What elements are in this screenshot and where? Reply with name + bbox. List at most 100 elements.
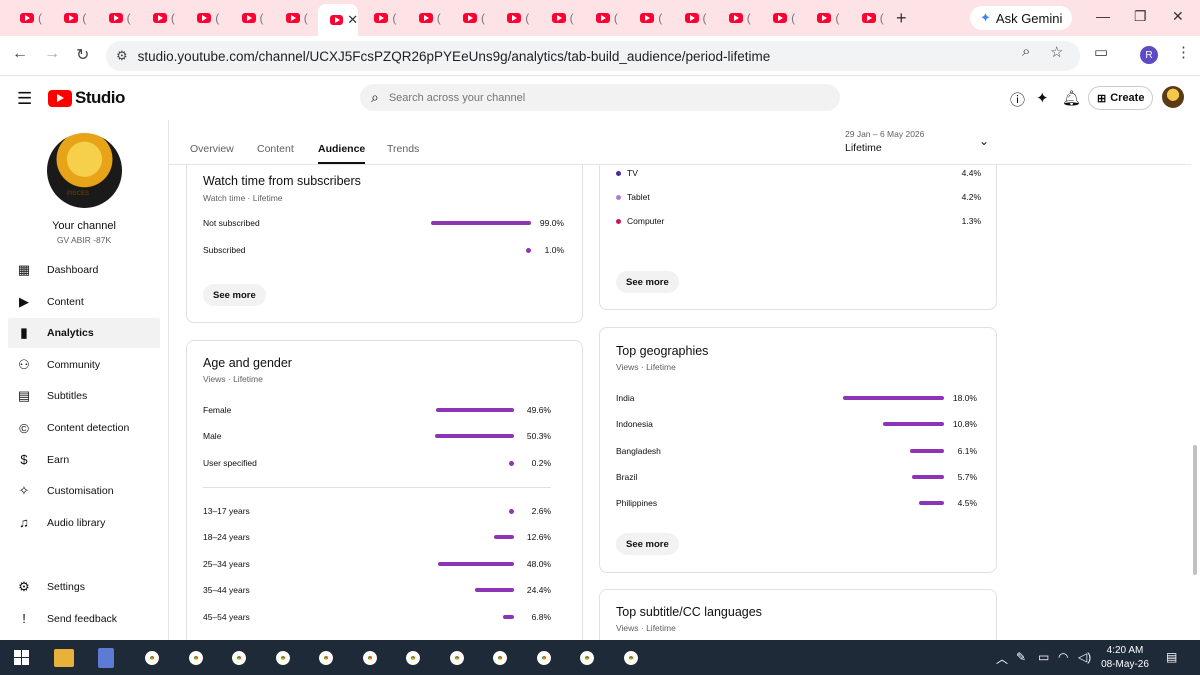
youtube-tab-icon — [197, 13, 212, 23]
sidebar-item-content[interactable]: ▶ Content — [8, 287, 160, 317]
sidebar-item-analytics[interactable]: ▮ Analytics — [8, 318, 160, 349]
url-text[interactable]: studio.youtube.com/channel/UCXJ5FcsPZQR2… — [138, 49, 771, 64]
zoom-icon[interactable]: ⌕ — [1022, 43, 1030, 60]
browser-tab[interactable]: ( — [628, 7, 668, 29]
browser-tab[interactable]: ( — [274, 7, 314, 29]
browser-tab[interactable]: ( — [141, 7, 181, 29]
sidebar-item-customisation[interactable]: ✧ Customisation — [8, 476, 160, 506]
browser-tab[interactable]: ( — [97, 7, 137, 29]
date-range[interactable]: 29 Jan – 6 May 2026 — [845, 129, 924, 139]
bookmark-star-icon[interactable]: ☆ — [1050, 43, 1063, 61]
browser-tab[interactable]: ( — [540, 7, 580, 29]
notification-center-icon[interactable]: ▤ — [1166, 650, 1177, 664]
search-input[interactable] — [388, 91, 809, 104]
see-more-button[interactable]: See more — [616, 533, 679, 555]
browser-tab[interactable]: ( — [230, 7, 270, 29]
browser-tab[interactable]: ( — [850, 7, 890, 29]
ask-gemini-button[interactable]: ✦ Ask Gemini — [970, 6, 1073, 30]
restore-icon[interactable]: ❐ — [1134, 8, 1147, 25]
browser-tab[interactable]: ( — [362, 7, 402, 29]
reading-mode-icon[interactable]: ▭ — [1094, 43, 1108, 61]
studio-logo[interactable]: Studio — [48, 88, 125, 108]
sidebar-item-audio-library[interactable]: ♫ Audio library — [8, 508, 160, 538]
chrome-icon[interactable] — [271, 647, 294, 669]
chrome-icon[interactable] — [358, 647, 381, 669]
tab-overview[interactable]: Overview — [190, 143, 234, 155]
browser-tab[interactable]: ✕ — [318, 4, 359, 36]
site-info-icon[interactable]: ⚙ — [116, 48, 128, 64]
tray-chevron-icon[interactable]: ︿ — [996, 650, 1008, 667]
chevron-down-icon[interactable]: ⌄ — [979, 134, 989, 148]
help-icon[interactable]: ⓘ — [1010, 89, 1025, 110]
back-icon[interactable]: ← — [12, 45, 28, 63]
wifi-icon[interactable]: ◠ — [1058, 650, 1068, 664]
tab-close-icon[interactable]: ✕ — [347, 12, 358, 28]
chrome-icon[interactable] — [228, 647, 250, 669]
chrome-icon[interactable] — [576, 647, 598, 669]
battery-icon[interactable]: ▭ — [1038, 650, 1049, 664]
browser-tab[interactable]: ( — [495, 7, 535, 29]
wand-icon: ✧ — [18, 483, 30, 499]
reload-icon[interactable]: ↻ — [76, 45, 89, 65]
minimize-icon[interactable]: — — [1096, 8, 1110, 24]
account-avatar[interactable] — [1162, 86, 1184, 108]
menu-dots-icon[interactable]: ⋮ — [1176, 43, 1191, 61]
chrome-icon[interactable] — [141, 647, 163, 669]
pen-icon[interactable]: ✎ — [1016, 650, 1026, 664]
search-bar[interactable]: ⌕ — [360, 84, 840, 111]
tab-audience[interactable]: Audience — [318, 143, 366, 164]
sidebar-item-dashboard[interactable]: ▦ Dashboard — [8, 255, 160, 285]
chrome-icon[interactable] — [184, 647, 207, 669]
tab-trends[interactable]: Trends — [387, 143, 419, 155]
chrome-icon[interactable] — [402, 647, 424, 669]
sidebar-item-community[interactable]: ⚇ Community — [8, 350, 160, 380]
profile-avatar[interactable]: R — [1140, 46, 1158, 64]
notifications-icon[interactable]: 🔔︎ — [1062, 89, 1081, 107]
browser-tab[interactable]: ( — [185, 7, 225, 29]
chrome-icon[interactable] — [315, 647, 337, 669]
see-more-button[interactable]: See more — [616, 271, 679, 293]
percentage-bar — [912, 474, 944, 479]
hamburger-menu-icon[interactable]: ☰ — [17, 89, 32, 109]
chrome-icon[interactable] — [445, 647, 468, 669]
browser-tab[interactable]: ( — [673, 7, 713, 29]
sidebar-item-settings[interactable]: ⚙ Settings — [8, 572, 160, 602]
youtube-tab-icon — [773, 13, 788, 23]
browser-tab[interactable]: ( — [451, 7, 491, 29]
url-field[interactable]: ⚙ studio.youtube.com/channel/UCXJ5FcsPZQ… — [106, 41, 1080, 71]
sparkle-icon[interactable]: ✦ — [1036, 89, 1049, 107]
create-button[interactable]: ⊞ Create — [1088, 86, 1154, 110]
sidebar-item-earn[interactable]: $ Earn — [8, 445, 160, 475]
sidebar-item-send-feedback[interactable]: ! Send feedback — [8, 604, 160, 634]
browser-tab[interactable]: ( — [717, 7, 757, 29]
date-period[interactable]: Lifetime — [845, 142, 882, 154]
chrome-icon[interactable] — [489, 647, 511, 669]
forward-icon[interactable]: → — [44, 45, 60, 63]
page-scrollbar[interactable] — [1193, 445, 1197, 575]
browser-tab[interactable]: ( — [761, 7, 801, 29]
new-tab-button[interactable]: + — [896, 8, 907, 29]
browser-tab[interactable]: ( — [407, 7, 447, 29]
chrome-icon[interactable] — [532, 647, 555, 669]
tab-loading-icon: ( — [170, 11, 175, 25]
channel-avatar[interactable]: PISCES — [47, 133, 122, 208]
tab-content[interactable]: Content — [257, 143, 294, 155]
see-more-button[interactable]: See more — [203, 284, 266, 306]
chrome-icon[interactable] — [619, 647, 642, 669]
sidebar-item-content-detection[interactable]: © Content detection — [8, 413, 160, 443]
search-icon[interactable]: ⌕ — [371, 89, 379, 106]
browser-tab[interactable]: ( — [52, 7, 92, 29]
row-value: 6.1% — [957, 445, 977, 456]
close-window-icon[interactable]: ✕ — [1172, 8, 1184, 25]
browser-tab[interactable]: ( — [584, 7, 624, 29]
volume-icon[interactable]: ◁) — [1078, 650, 1091, 664]
tab-loading-icon: ( — [702, 11, 707, 25]
channel-title[interactable]: Your channel — [0, 220, 168, 232]
sidebar-item-subtitles[interactable]: ▤ Subtitles — [8, 381, 160, 411]
browser-tab[interactable]: ( — [8, 7, 48, 29]
browser-tab[interactable]: ( — [805, 7, 845, 29]
file-explorer-icon[interactable] — [54, 649, 74, 667]
windows-start-icon[interactable] — [14, 650, 29, 665]
calculator-icon[interactable] — [98, 648, 114, 668]
system-clock[interactable]: 4:20 AM 08-May-26 — [1100, 644, 1150, 672]
